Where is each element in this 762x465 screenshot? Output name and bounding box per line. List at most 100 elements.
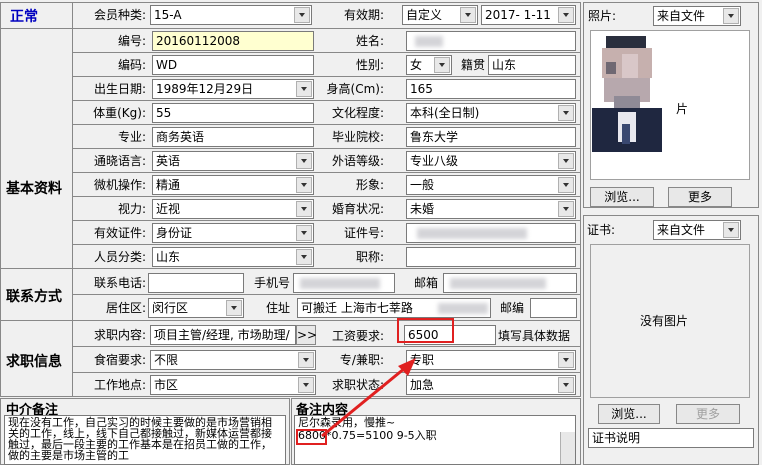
blurred-address <box>438 303 488 314</box>
language-label: 通晓语言: <box>93 154 146 168</box>
person-type-select[interactable]: 山东 <box>152 247 314 267</box>
gender-select[interactable]: 女 <box>406 55 452 75</box>
section-job: 求职信息 <box>6 354 62 370</box>
height-input[interactable]: 165 <box>406 79 576 99</box>
chevron-down-icon[interactable] <box>558 153 574 169</box>
number-input[interactable]: 20160112008 <box>152 31 314 51</box>
chevron-down-icon[interactable] <box>296 177 312 193</box>
id-type-select[interactable]: 身份证 <box>152 223 314 243</box>
chevron-down-icon[interactable] <box>558 177 574 193</box>
job-content-label: 求职内容: <box>93 328 146 342</box>
remark-textarea[interactable]: 尼尔森录用，慢推~ 6800*0.75=5100 9-5入职 <box>294 415 576 465</box>
photo-source-select[interactable]: 来自文件 <box>653 6 741 26</box>
marital-label: 婚育状况: <box>331 202 384 216</box>
job-status-select[interactable]: 加急 <box>406 375 576 395</box>
divider <box>72 148 581 149</box>
divider <box>72 294 581 295</box>
district-select[interactable]: 闵行区 <box>148 298 244 318</box>
language-select[interactable]: 英语 <box>152 151 314 171</box>
mobile-input[interactable] <box>293 273 395 293</box>
weight-input[interactable]: 55 <box>152 103 314 123</box>
validity-date-picker[interactable]: 2017- 1-11 <box>481 5 576 25</box>
chevron-down-icon[interactable] <box>296 153 312 169</box>
id-type-label: 有效证件: <box>93 226 146 240</box>
board-select[interactable]: 不限 <box>150 350 316 370</box>
id-number-input[interactable] <box>406 223 576 243</box>
chevron-down-icon[interactable] <box>460 7 476 23</box>
marital-select[interactable]: 未婚 <box>406 199 576 219</box>
school-input[interactable]: 鲁东大学 <box>406 127 576 147</box>
chevron-down-icon[interactable] <box>558 201 574 217</box>
chevron-down-icon[interactable] <box>296 225 312 241</box>
title-input[interactable] <box>406 247 576 267</box>
cert-label: 证书: <box>587 223 616 237</box>
address-label: 住址 <box>265 301 290 315</box>
agent-note-textarea[interactable]: 现在没有工作，自己实习的时候主要做的是市场营销相关的工作，线上，线下自己都接触过… <box>4 415 286 465</box>
chevron-down-icon[interactable] <box>723 8 739 24</box>
location-label: 工作地点: <box>93 378 146 392</box>
validity-select[interactable]: 自定义 <box>402 5 478 25</box>
birth-date-picker[interactable]: 1989年12月29日 <box>152 79 314 99</box>
salary-label: 工资要求: <box>331 329 384 343</box>
cert-more-button[interactable]: 更多 <box>676 404 740 424</box>
photo-more-button[interactable]: 更多 <box>668 187 732 207</box>
chevron-down-icon[interactable] <box>723 222 739 238</box>
cert-description-input[interactable]: 证书说明 <box>588 428 754 448</box>
board-value: 不限 <box>154 353 179 367</box>
job-status-label: 求职状态: <box>331 378 384 392</box>
fulltime-select[interactable]: 专职 <box>406 350 576 370</box>
mailbox-label: 邮箱 <box>413 276 438 290</box>
id-type-value: 身份证 <box>156 226 193 240</box>
member-type-select[interactable]: 15-A <box>150 5 312 25</box>
chevron-down-icon[interactable] <box>298 352 314 368</box>
name-label: 姓名: <box>355 34 384 48</box>
computer-select[interactable]: 精通 <box>152 175 314 195</box>
district-label: 居住区: <box>105 301 146 315</box>
chevron-down-icon[interactable] <box>558 7 574 23</box>
chevron-down-icon[interactable] <box>226 300 242 316</box>
member-type-label: 会员种类: <box>93 8 146 22</box>
major-input[interactable]: 商务英语 <box>152 127 314 147</box>
photo-source-value: 来自文件 <box>657 9 706 23</box>
postcode-input[interactable] <box>530 298 577 318</box>
vision-select[interactable]: 近视 <box>152 199 314 219</box>
chevron-down-icon[interactable] <box>558 352 574 368</box>
chevron-down-icon[interactable] <box>296 249 312 265</box>
code-input[interactable]: WD <box>152 55 314 75</box>
phone-input[interactable] <box>148 273 244 293</box>
divider <box>72 52 581 53</box>
native-input[interactable]: 山东 <box>488 55 576 75</box>
cert-browse-button[interactable]: 浏览... <box>598 404 660 424</box>
vision-label: 视力: <box>117 202 146 216</box>
chevron-down-icon[interactable] <box>294 7 310 23</box>
cert-source-value: 来自文件 <box>657 223 706 237</box>
divider <box>72 346 581 347</box>
chevron-down-icon[interactable] <box>298 377 314 393</box>
salary-hint: 填写具体数据 <box>498 329 571 343</box>
appearance-select[interactable]: 一般 <box>406 175 576 195</box>
person-type-label: 人员分类: <box>93 250 146 264</box>
job-content-input[interactable]: 项目主管/经理, 市场助理/ <box>150 325 296 345</box>
divider <box>72 100 581 101</box>
education-select[interactable]: 本科(全日制) <box>406 103 576 123</box>
portrait-photo <box>592 32 662 152</box>
mailbox-input[interactable] <box>443 273 577 293</box>
chevron-down-icon[interactable] <box>558 105 574 121</box>
chevron-down-icon[interactable] <box>558 377 574 393</box>
foreign-level-select[interactable]: 专业八级 <box>406 151 576 171</box>
name-input[interactable] <box>406 31 576 51</box>
photo-browse-button[interactable]: 浏览... <box>590 187 654 207</box>
remark-scrollbar[interactable] <box>560 432 575 464</box>
computer-value: 精通 <box>156 178 181 192</box>
chevron-down-icon[interactable] <box>296 201 312 217</box>
title-label: 职称: <box>355 250 384 264</box>
job-content-more-button[interactable]: >> <box>296 325 317 345</box>
education-label: 文化程度: <box>331 106 384 120</box>
chevron-down-icon[interactable] <box>434 57 450 73</box>
chevron-down-icon[interactable] <box>296 81 312 97</box>
location-select[interactable]: 市区 <box>150 375 316 395</box>
address-input[interactable]: 可搬迁 上海市七莘路 <box>297 298 491 318</box>
member-type-value: 15-A <box>154 8 182 22</box>
cert-source-select[interactable]: 来自文件 <box>653 220 741 240</box>
status-label: 正常 <box>10 9 38 25</box>
